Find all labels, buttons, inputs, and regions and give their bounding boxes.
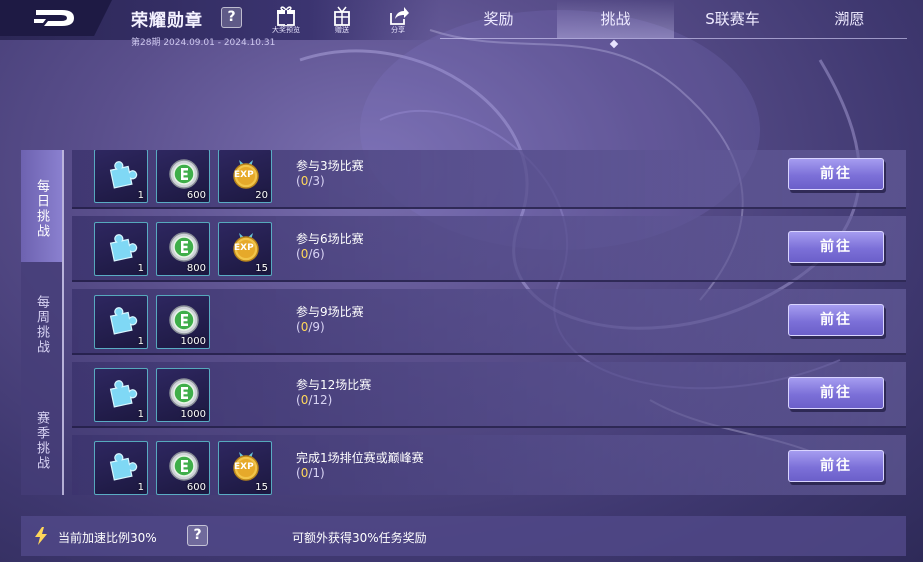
reward-slot[interactable]: 800 xyxy=(156,222,210,276)
sidenav-daily-challenge[interactable]: 每日挑战 xyxy=(21,150,62,262)
reward-count: 1000 xyxy=(180,409,206,420)
task-name: 参与6场比赛 xyxy=(296,232,364,246)
reward-count: 600 xyxy=(186,190,206,201)
progress-current: 0 xyxy=(300,320,309,334)
reward-slot[interactable]: 1 xyxy=(94,150,148,203)
reward-slot[interactable]: 1 xyxy=(94,295,148,349)
progress-total: 1 xyxy=(312,466,321,480)
send-gift-label: 赠送 xyxy=(335,26,349,34)
tab-s-league-car[interactable]: S联赛车 xyxy=(674,0,791,38)
help-button[interactable]: ? xyxy=(221,7,242,28)
task-name: 参与9场比赛 xyxy=(296,305,364,319)
reward-slot[interactable]: 600 xyxy=(156,150,210,203)
task-name: 参与12场比赛 xyxy=(296,378,372,392)
progress-current: 0 xyxy=(300,247,309,261)
challenge-category-nav: 每日挑战 每周挑战 赛季挑战 xyxy=(21,150,62,495)
task-name: 参与3场比赛 xyxy=(296,159,364,173)
task-name: 完成1场排位赛或巅峰赛 xyxy=(296,451,424,465)
reward-count: 15 xyxy=(255,263,268,274)
exp-label: EXP xyxy=(234,243,254,253)
back-logo-button[interactable] xyxy=(0,0,112,36)
sidenav-season-challenge[interactable]: 赛季挑战 xyxy=(21,382,62,494)
tab-wish[interactable]: 溯愿 xyxy=(791,0,908,38)
share-button[interactable]: 分享 xyxy=(381,4,415,35)
coin-icon xyxy=(168,377,200,413)
go-button[interactable]: 前往 xyxy=(788,304,884,336)
puzzle-icon xyxy=(106,450,138,486)
lightning-icon xyxy=(35,527,47,545)
progress-current: 0 xyxy=(300,174,309,188)
reward-count: 15 xyxy=(255,482,268,493)
progress-total: 12 xyxy=(312,393,328,407)
reward-slot[interactable]: 600 xyxy=(156,441,210,495)
coin-icon xyxy=(168,158,200,194)
reward-slot[interactable]: 1000 xyxy=(156,295,210,349)
progress-current: 0 xyxy=(300,466,309,480)
tab-challenge[interactable]: 挑战 xyxy=(557,0,674,38)
grand-prize-preview-button[interactable]: 大奖预览 xyxy=(269,4,303,35)
exp-label: EXP xyxy=(234,462,254,472)
share-label: 分享 xyxy=(391,26,405,34)
go-button[interactable]: 前往 xyxy=(788,231,884,263)
task-row: 1 1000 参与9场比赛 (0/9) 前往 xyxy=(72,289,906,355)
coin-icon xyxy=(168,231,200,267)
coin-icon xyxy=(168,450,200,486)
reward-count: 600 xyxy=(186,482,206,493)
go-button[interactable]: 前往 xyxy=(788,377,884,409)
reward-slot[interactable]: EXP 20 xyxy=(218,150,272,203)
task-row: 1 1000 参与12场比赛 (0/12) 前往 xyxy=(72,362,906,428)
reward-slot[interactable]: 1 xyxy=(94,368,148,422)
reward-count: 1 xyxy=(137,190,144,201)
reward-slot[interactable]: 1 xyxy=(94,222,148,276)
go-button[interactable]: 前往 xyxy=(788,450,884,482)
task-progress: (0/1) xyxy=(296,466,325,480)
boost-rate-text: 当前加速比例30% xyxy=(58,531,157,545)
reward-count: 1 xyxy=(137,336,144,347)
tab-underline xyxy=(440,38,907,39)
coin-icon xyxy=(168,304,200,340)
task-progress: (0/3) xyxy=(296,174,325,188)
puzzle-icon xyxy=(106,231,138,267)
progress-total: 3 xyxy=(312,174,321,188)
reward-slot[interactable]: 1000 xyxy=(156,368,210,422)
reward-slot[interactable]: EXP 15 xyxy=(218,441,272,495)
progress-total: 6 xyxy=(312,247,321,261)
progress-current: 0 xyxy=(300,393,309,407)
grand-prize-preview-label: 大奖预览 xyxy=(272,26,300,34)
reward-count: 1 xyxy=(137,482,144,493)
puzzle-icon xyxy=(106,377,138,413)
tab-rewards[interactable]: 奖励 xyxy=(440,0,557,38)
task-progress: (0/6) xyxy=(296,247,325,261)
reward-slot[interactable]: 1 xyxy=(94,441,148,495)
task-row: 1 600 EXP 15 完成1场排位赛或巅峰赛 (0/1) 前往 xyxy=(72,435,906,495)
boost-help-button[interactable]: ? xyxy=(187,525,208,546)
sidenav-weekly-challenge[interactable]: 每周挑战 xyxy=(21,266,62,378)
reward-count: 800 xyxy=(186,263,206,274)
reward-slot[interactable]: EXP 15 xyxy=(218,222,272,276)
task-row: 1 800 EXP 15 参与6场比赛 (0/6) 前往 xyxy=(72,216,906,282)
reward-count: 1 xyxy=(137,409,144,420)
puzzle-icon xyxy=(106,304,138,340)
puzzle-icon xyxy=(106,158,138,194)
task-progress: (0/12) xyxy=(296,393,333,407)
game-logo-icon xyxy=(34,10,74,26)
task-list[interactable]: 1 600 EXP 20 参与3场比赛 (0/3) 前往 1 800 EXP 15 参与6场比赛 (0/… xyxy=(72,150,906,495)
reward-count: 20 xyxy=(255,190,268,201)
task-progress: (0/9) xyxy=(296,320,325,334)
progress-total: 9 xyxy=(312,320,321,334)
page-title: 荣耀勋章 xyxy=(131,11,203,31)
reward-count: 1000 xyxy=(180,336,206,347)
season-period: 第28期 2024.09.01 - 2024.10.31 xyxy=(131,38,276,48)
extra-reward-text: 可额外获得30%任务奖励 xyxy=(292,531,427,545)
sidenav-divider xyxy=(62,150,64,495)
exp-label: EXP xyxy=(234,170,254,180)
bonus-footer: 当前加速比例30% ? 可额外获得30%任务奖励 xyxy=(21,516,906,556)
task-row: 1 600 EXP 20 参与3场比赛 (0/3) 前往 xyxy=(72,150,906,209)
main-tabs: 奖励 挑战 S联赛车 溯愿 xyxy=(440,0,910,52)
go-button[interactable]: 前往 xyxy=(788,158,884,190)
top-bar: 荣耀勋章 ? 第28期 2024.09.01 - 2024.10.31 大奖预览… xyxy=(0,0,923,52)
send-gift-button[interactable]: 赠送 xyxy=(325,4,359,35)
reward-count: 1 xyxy=(137,263,144,274)
